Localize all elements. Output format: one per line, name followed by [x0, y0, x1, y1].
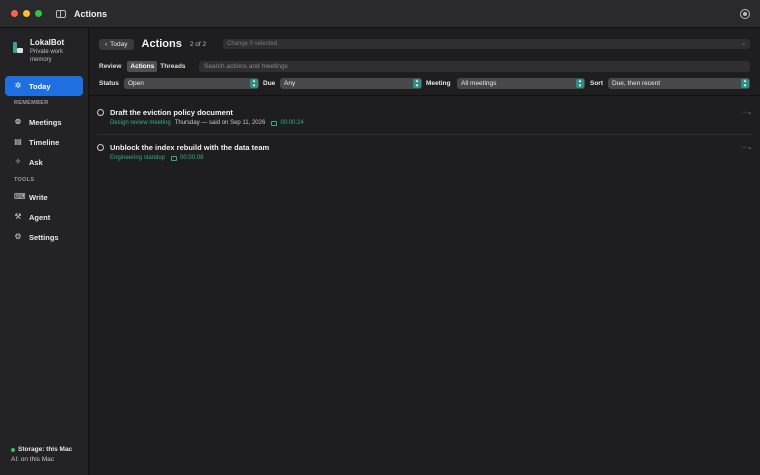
brand-logo-icon [12, 42, 24, 54]
stepper-icon: ▴ ▾ [576, 79, 584, 88]
view-tabs: Review Actions Threads [99, 61, 189, 72]
tab-threads[interactable]: Threads [157, 61, 188, 72]
action-meta: Design review meeting Thursday — said on… [110, 120, 304, 126]
sidebar-item-settings[interactable]: ⚙ Settings [5, 227, 83, 247]
title-bar: Actions [0, 0, 760, 28]
action-date: Thursday — said on Sep 11, 2026 [174, 120, 266, 126]
status-dot-icon [11, 447, 15, 452]
sort-label: Sort [590, 80, 603, 87]
complete-checkbox[interactable] [97, 109, 104, 116]
action-title: Unblock the index rebuild with the data … [110, 143, 270, 152]
transcript-icon [271, 120, 278, 126]
due-filter-label: Due [263, 80, 276, 87]
due-filter-select[interactable]: Any ▴ ▾ [280, 78, 422, 89]
sparkle-icon: ✧ [14, 157, 22, 166]
record-icon[interactable] [740, 9, 750, 19]
status-filter-label: Status [99, 80, 119, 87]
stepper-icon: ▴ ▾ [741, 79, 749, 88]
section-label-remember: REMEMBER [14, 100, 49, 106]
sidebar-toggle-icon[interactable] [56, 9, 66, 18]
complete-checkbox[interactable] [97, 144, 104, 151]
transcript-icon [171, 155, 178, 161]
divider [90, 95, 760, 96]
window-title: Actions [74, 8, 108, 19]
timestamp-link[interactable]: 00:00:24 [271, 120, 304, 126]
timestamp-link[interactable]: 00:00:08 [171, 155, 203, 161]
bulk-change-select[interactable]: Change 0 selected ⌄ [223, 39, 750, 49]
chevron-left-icon: ‹ [105, 40, 108, 48]
sort-value: Due, then recent [612, 80, 661, 87]
sidebar-item-meetings[interactable]: ⊜ Meetings [5, 112, 83, 132]
storage-status: Storage: this Mac AI: on this Mac [11, 446, 72, 463]
sidebar-item-ask[interactable]: ✧ Ask [5, 152, 83, 172]
sidebar-item-label: Meetings [29, 117, 62, 127]
window-controls [11, 10, 42, 17]
result-count: 2 of 2 [189, 40, 207, 48]
tab-review[interactable]: Review [99, 61, 124, 72]
section-label-tools: TOOLS [14, 177, 35, 183]
chevron-down-icon: ⌄ [740, 41, 746, 47]
status-filter-value: Open [128, 80, 144, 87]
sort-select[interactable]: Due, then recent ▴ ▾ [608, 78, 750, 89]
sidebar-item-label: Agent [29, 212, 51, 222]
sidebar-item-timeline[interactable]: ▤ Timeline [5, 132, 83, 152]
main-panel: ‹ Today Actions 2 of 2 Change 0 selected… [90, 28, 760, 475]
tab-actions[interactable]: Actions [127, 61, 158, 72]
storage-label: Storage: this Mac [18, 446, 73, 453]
back-button[interactable]: ‹ Today [99, 38, 134, 50]
search-input[interactable]: Search actions and meetings [199, 61, 750, 72]
brand-subtitle: Private work memory [30, 49, 64, 63]
brand: LokalBot Private work memory [12, 38, 75, 64]
gear-icon: ⚙ [14, 232, 22, 241]
sidebar: LokalBot Private work memory ✲ Today REM… [0, 28, 89, 475]
brand-name: LokalBot [30, 38, 65, 47]
sidebar-item-write[interactable]: ⌨ Write [5, 187, 83, 207]
bulk-change-placeholder: Change 0 selected [227, 41, 278, 47]
maximize-window-button[interactable] [35, 10, 42, 17]
meeting-filter-label: Meeting [426, 80, 451, 87]
sidebar-item-label: Write [29, 192, 48, 202]
more-menu-icon[interactable]: ···⌄ [741, 143, 752, 151]
keyboard-icon: ⌨ [14, 192, 26, 201]
meeting-link[interactable]: Engineering standup [110, 155, 165, 161]
wand-icon: ⚒ [14, 212, 22, 221]
list-item[interactable]: Unblock the index rebuild with the data … [97, 143, 752, 163]
meeting-filter-value: All meetings [461, 80, 497, 87]
list-item[interactable]: Draft the eviction policy document Desig… [97, 108, 752, 128]
sidebar-item-label: Today [29, 81, 51, 91]
header: ‹ Today Actions 2 of 2 [99, 38, 206, 50]
ai-status-label: AI: on this Mac [11, 456, 54, 463]
action-title: Draft the eviction policy document [110, 108, 233, 117]
sidebar-item-label: Settings [29, 232, 59, 242]
sidebar-item-label: Timeline [29, 137, 60, 147]
minimize-window-button[interactable] [23, 10, 30, 17]
more-menu-icon[interactable]: ···⌄ [741, 108, 752, 116]
meeting-link[interactable]: Design review meeting [110, 120, 171, 126]
meeting-filter-select[interactable]: All meetings ▴ ▾ [457, 78, 585, 89]
sidebar-item-today[interactable]: ✲ Today [5, 76, 83, 96]
due-filter-value: Any [284, 80, 296, 87]
page-title: Actions [141, 38, 182, 50]
back-button-label: Today [110, 40, 128, 48]
timestamp-label: 00:00:08 [180, 155, 204, 161]
stepper-icon: ▴ ▾ [250, 79, 258, 88]
filters-row: Status Open ▴ ▾ Due Any ▴ ▾ Meeting All me… [99, 78, 751, 89]
stepper-icon: ▴ ▾ [413, 79, 421, 88]
sidebar-item-agent[interactable]: ⚒ Agent [5, 207, 83, 227]
meetings-icon: ⊜ [14, 117, 22, 126]
sun-icon: ✲ [14, 81, 22, 90]
sidebar-item-label: Ask [29, 157, 43, 167]
calendar-icon: ▤ [14, 137, 22, 146]
divider [97, 134, 752, 135]
status-filter-select[interactable]: Open ▴ ▾ [124, 78, 259, 89]
action-meta: Engineering standup 00:00:08 [110, 155, 203, 161]
timestamp-label: 00:00:24 [280, 120, 304, 126]
close-window-button[interactable] [11, 10, 18, 17]
